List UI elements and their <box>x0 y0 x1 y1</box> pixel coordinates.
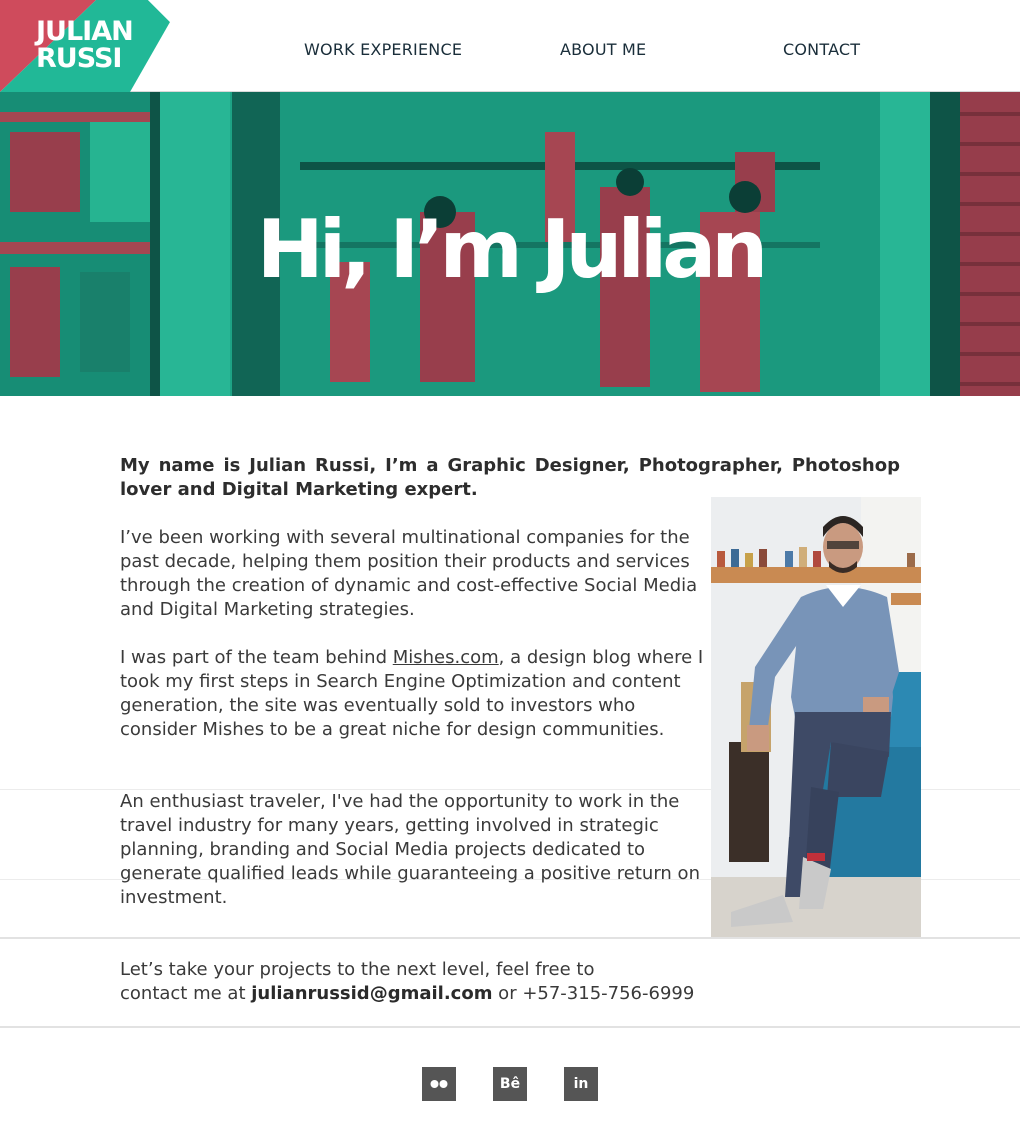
contact-line-2: contact me at julianrussid@gmail.com or … <box>120 982 900 1006</box>
paragraph-text: I was part of the team behind <box>120 647 393 668</box>
linkedin-icon[interactable]: in <box>564 1067 598 1101</box>
contact-section: Let’s take your projects to the next lev… <box>120 958 900 1006</box>
about-section: My name is Julian Russi, I’m a Graphic D… <box>120 454 900 908</box>
contact-line-1: Let’s take your projects to the next lev… <box>120 959 595 980</box>
flickr-icon-glyph <box>422 1067 456 1101</box>
linkedin-icon-glyph: in <box>573 1076 589 1092</box>
nav-about-me[interactable]: ABOUT ME <box>560 40 646 59</box>
section-divider <box>0 937 1020 939</box>
behance-icon[interactable]: Bê <box>493 1067 527 1101</box>
hero-banner: Hi, I’m Julian <box>0 92 1020 396</box>
nav-work-experience[interactable]: WORK EXPERIENCE <box>304 40 462 59</box>
about-paragraph-2: I was part of the team behind Mishes.com… <box>120 646 710 742</box>
contact-or: or <box>492 983 523 1004</box>
mishes-link[interactable]: Mishes.com <box>393 647 499 668</box>
behance-icon-glyph: Bê <box>499 1076 521 1092</box>
nav-contact[interactable]: CONTACT <box>783 40 860 59</box>
portrait-image <box>711 497 921 938</box>
contact-email[interactable]: julianrussid@gmail.com <box>251 983 492 1004</box>
contact-phone[interactable]: +57-315-756-6999 <box>522 983 694 1004</box>
about-paragraph-1: I’ve been working with several multinati… <box>120 527 698 620</box>
hero-title: Hi, I’m Julian <box>256 203 768 296</box>
flickr-icon[interactable] <box>422 1067 456 1101</box>
section-divider <box>0 1026 1020 1028</box>
portrait-photo <box>711 497 921 938</box>
about-paragraph-3: An enthusiast traveler, I've had the opp… <box>120 791 700 908</box>
intro-text: My name is Julian Russi, I’m a Graphic D… <box>120 455 900 500</box>
main-nav: WORK EXPERIENCE ABOUT ME CONTACT <box>0 40 1020 64</box>
site-header: JULIAN RUSSI WORK EXPERIENCE ABOUT ME CO… <box>0 0 1020 92</box>
contact-prefix: contact me at <box>120 983 252 1004</box>
